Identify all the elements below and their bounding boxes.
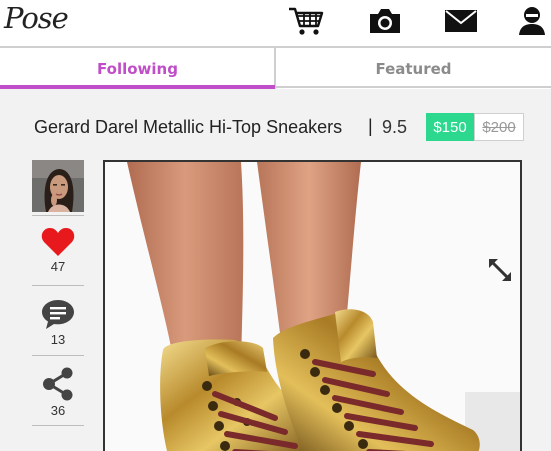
sidebar-divider — [32, 215, 84, 216]
top-bar: Pose — [0, 0, 551, 46]
price-box[interactable]: $150 $200 — [426, 113, 524, 141]
product-title[interactable]: Gerard Darel Metallic Hi-Top Sneakers — [34, 117, 342, 138]
tab-bar-divider — [275, 86, 551, 88]
post-card: Gerard Darel Metallic Hi-Top Sneakers | … — [0, 89, 551, 451]
mail-icon[interactable] — [442, 4, 480, 38]
sidebar-divider — [32, 355, 84, 356]
tab-following[interactable]: Following — [0, 48, 275, 89]
app-logo[interactable]: Pose — [4, 1, 69, 35]
product-size: 9.5 — [382, 117, 408, 137]
like-count: 47 — [50, 259, 66, 274]
tab-featured[interactable]: Featured — [276, 48, 551, 89]
title-separator: | — [368, 116, 373, 136]
product-photo[interactable] — [103, 160, 522, 451]
share-icon — [43, 367, 73, 401]
heart-icon — [41, 228, 75, 256]
feed-tabs: Following Featured — [0, 46, 551, 89]
comment-icon — [42, 300, 74, 329]
profile-icon[interactable] — [515, 4, 549, 38]
like-button[interactable]: 47 — [32, 227, 84, 274]
expand-icon[interactable] — [487, 257, 513, 288]
sidebar-divider — [32, 425, 84, 426]
comment-button[interactable]: 13 — [32, 298, 84, 347]
camera-icon[interactable] — [366, 4, 404, 38]
shopping-cart-icon[interactable] — [286, 4, 326, 38]
avatar[interactable] — [32, 160, 84, 212]
original-price: $200 — [474, 113, 524, 141]
share-button[interactable]: 36 — [32, 367, 84, 418]
sale-price: $150 — [426, 113, 474, 141]
sidebar-divider — [32, 285, 84, 286]
comment-count: 13 — [50, 332, 66, 347]
share-count: 36 — [50, 403, 66, 418]
sneakers-photo — [105, 162, 520, 451]
